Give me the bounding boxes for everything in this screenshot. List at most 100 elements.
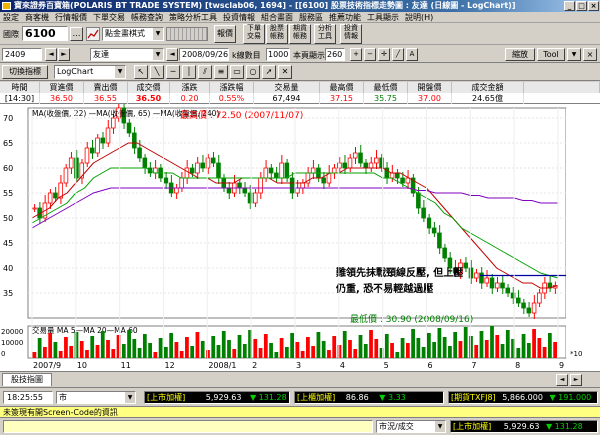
candle-body [395,172,400,179]
quote-header: 最高價 [320,82,364,93]
candle-body [321,177,326,184]
candle-body [184,167,190,179]
ticker-change: ▼ 131.28 [249,393,287,402]
market-dropdown[interactable]: 市 ▼ [56,391,136,404]
mode-dropdown[interactable]: 點金畫棋式 ▼ [102,27,164,41]
vertical-line-icon[interactable]: │ [182,65,196,79]
volume-bar [258,348,263,358]
tab-bar: 股技指圖 ◄ ► [0,371,600,387]
futures-account-button[interactable]: 期貨 帳務 [289,24,311,44]
menu-help[interactable]: 說明(H) [402,12,436,23]
volume-bar [106,340,110,358]
trend-line-icon[interactable]: ╲ [150,65,164,79]
tool-button[interactable]: Tool [537,48,565,61]
quote-header: 開盤價 [408,82,452,93]
volume-bar [411,329,415,358]
stock-name-dropdown[interactable]: 友達 ▼ [90,48,164,61]
arrow-icon[interactable]: ➚ [262,65,276,79]
crosshair-icon[interactable]: ✛ [378,48,390,61]
menu-order[interactable]: 下單交易 [90,12,128,23]
close-icon[interactable]: × [583,48,597,61]
price-chart[interactable]: 7065605550454035MA(收盤價, 22) —MA(收盤價, 65)… [0,100,600,371]
kline-input[interactable]: 1000 [266,48,290,61]
chart-type-dropdown[interactable]: LogChart ▼ [54,65,126,79]
rectangle-icon[interactable]: ▭ [230,65,244,79]
delete-icon[interactable]: ✕ [278,65,292,79]
candle-body [47,192,53,204]
volume-bar [284,347,289,358]
volume-bar [400,338,405,358]
cursor-icon[interactable]: ↖ [134,65,148,79]
main-toolbar: 國際 6100 … 點金畫棋式 ▼ 報價 下單 交易 股票 帳務 期貨 帳務 分… [0,23,600,45]
menu-tools[interactable]: 工具顯示 [364,12,402,23]
volume-bar [300,351,305,358]
trade-button[interactable]: 下單 交易 [243,24,265,44]
close-button[interactable]: × [588,1,599,11]
minimize-button[interactable]: _ [564,1,575,11]
fibonacci-icon[interactable]: ≡ [214,65,228,79]
menu-settings[interactable]: 設定 [0,12,22,23]
ticker-taiex[interactable]: [上市加權] 5,929.63 ▼ 131.28 [144,391,290,404]
volume-bar [537,338,542,358]
menu-strategy[interactable]: 策略分析工具 [166,12,220,23]
candle-body [352,152,358,159]
annotation-line-1: 難領先抹戰頸線反壓, 但上壓 [335,266,463,279]
horizontal-line-icon[interactable]: ─ [166,65,180,79]
candle-body [63,167,69,184]
zoom-out-icon[interactable]: − [364,48,376,61]
menu-recommend[interactable]: 推薦功能 [326,12,364,23]
tab-scroll-right[interactable]: ► [570,374,582,386]
volume-bar [458,341,463,358]
tab-scroll-left[interactable]: ◄ [556,374,568,386]
show-input[interactable]: 260 [325,48,345,61]
volume-tick-label: 20000 [1,328,23,336]
next-button[interactable]: ► [58,48,70,61]
report-button[interactable]: 報價 [214,25,236,43]
zoom-in-icon[interactable]: + [350,48,362,61]
volume-bar [358,335,363,358]
stock-account-button[interactable]: 股票 帳務 [266,24,288,44]
tab-indicator-chart[interactable]: 股技指圖 [2,373,52,386]
candle-body [494,282,500,289]
prev-button[interactable]: ◄ [45,48,57,61]
channel-icon[interactable]: ⫽ [198,65,212,79]
menu-service[interactable]: 服務區 [296,12,326,23]
chart-icon[interactable] [86,27,100,41]
volume-bar [463,327,468,358]
market-status-dropdown[interactable]: 市況/成交 ▼ [376,420,446,433]
text-tool-icon[interactable]: A [406,48,418,61]
candle-body [389,172,395,179]
symbol-search-button[interactable]: … [70,27,83,41]
ticker-futures[interactable]: [期貨TXFJ8] 5,866.000 ▼ 191.000 [448,391,598,404]
tool-dropdown-button[interactable]: ▼ [567,48,581,61]
menu-account[interactable]: 帳務查詢 [128,12,166,23]
candle-body [400,177,405,184]
analysis-tools-button[interactable]: 分析 工具 [314,24,336,44]
candle-body [200,162,205,169]
menu-quotes[interactable]: 行情報價 [52,12,90,23]
maximize-button[interactable]: □ [576,1,587,11]
volume-bar [185,337,189,358]
volume-bar [64,337,68,358]
candle-body [479,272,484,284]
invest-info-button[interactable]: 投資 情報 [340,24,362,44]
x-tick-label: 9 [559,361,564,370]
menu-investinfo[interactable]: 投資情報 [220,12,258,23]
date-prev-button[interactable]: ◄ [166,48,178,61]
menu-client[interactable]: 商客機 [22,12,52,23]
date-input[interactable]: 2008/09/26 [179,48,229,61]
y-tick-label: 65 [3,139,13,148]
zoom-button[interactable]: 縮放 [505,48,535,61]
line-tool-icon[interactable]: ╱ [392,48,404,61]
menu-layout[interactable]: 組合畫面 [258,12,296,23]
input-area[interactable] [3,420,373,433]
volume-bar [532,329,536,358]
ticker-otc[interactable]: [上櫃加權] 86.86 ▼ 3.33 [294,391,444,404]
ticker-taiex-bottom[interactable]: [上市加權] 5,929.63 ▼ 131.28 [450,420,598,433]
x-tick-label: 2 [252,361,257,370]
code-input[interactable]: 2409 [2,48,42,61]
status-bar-bottom: 市況/成交 ▼ [上市加權] 5,929.63 ▼ 131.28 [0,417,600,435]
symbol-input[interactable]: 6100 [22,26,68,41]
switch-indicator-button[interactable]: 切換指標 [2,65,48,79]
circle-icon[interactable]: ○ [246,65,260,79]
